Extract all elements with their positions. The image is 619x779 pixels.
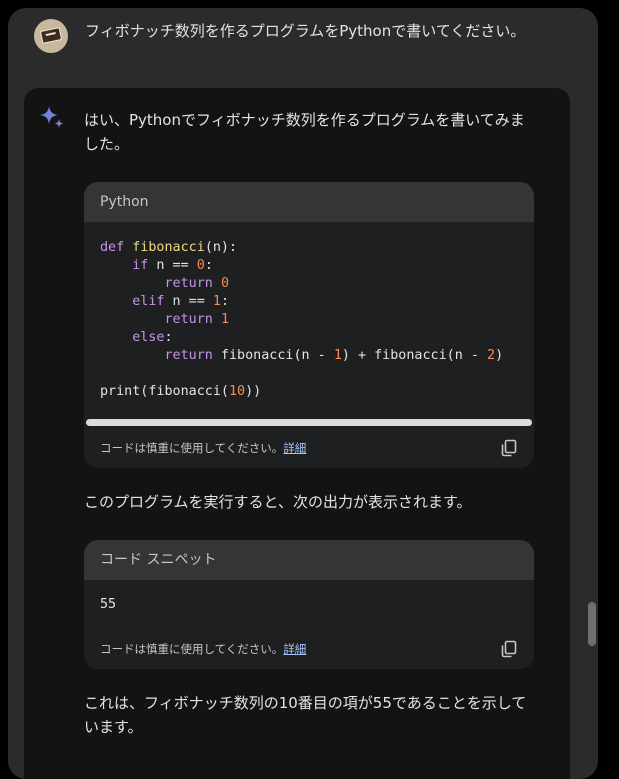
snippet-details-link[interactable]: 詳細 [283,642,306,656]
snippet-warning: コードは慎重に使用してください。 [100,642,284,656]
horizontal-scrollbar[interactable] [86,419,532,426]
code-block: Python def fibonacci(n): if n == 0: retu… [84,182,534,468]
avatar [34,19,68,53]
response-middle-text: このプログラムを実行すると、次の出力が表示されます。 [84,493,472,511]
vertical-scrollbar[interactable] [588,602,596,646]
response-intro: はい、Pythonでフィボナッチ数列を作るプログラムを書いてみました。 [84,111,525,153]
sparkle-icon [40,106,64,128]
copy-icon[interactable] [500,640,518,658]
book-avatar-icon [39,27,63,44]
snippet-title: コード スニペット [84,540,534,580]
snippet-footer: コードは慎重に使用してください。詳細 [84,629,534,669]
code-language-label: Python [84,182,534,222]
details-link[interactable]: 詳細 [283,441,306,455]
snippet-output[interactable]: 55 [84,580,534,629]
response-conclusion: これは、フィボナッチ数列の10番目の項が55であることを示しています。 [84,694,527,736]
snippet-block: コード スニペット 55 コードは慎重に使用してください。詳細 [84,540,534,669]
copy-icon[interactable] [500,439,518,457]
assistant-response: はい、Pythonでフィボナッチ数列を作るプログラムを書いてみました。 Pyth… [24,88,570,779]
user-message-row: フィボナッチ数列を作るプログラムをPythonで書いてください。 [34,19,537,53]
user-message: フィボナッチ数列を作るプログラムをPythonで書いてください。 [85,22,526,40]
chat-panel: フィボナッチ数列を作るプログラムをPythonで書いてください。 はい、Pyth… [8,8,598,779]
code-content[interactable]: def fibonacci(n): if n == 0: return 0 el… [84,222,534,401]
code-warning: コードは慎重に使用してください。 [100,441,284,455]
code-footer: コードは慎重に使用してください。詳細 [84,428,534,468]
